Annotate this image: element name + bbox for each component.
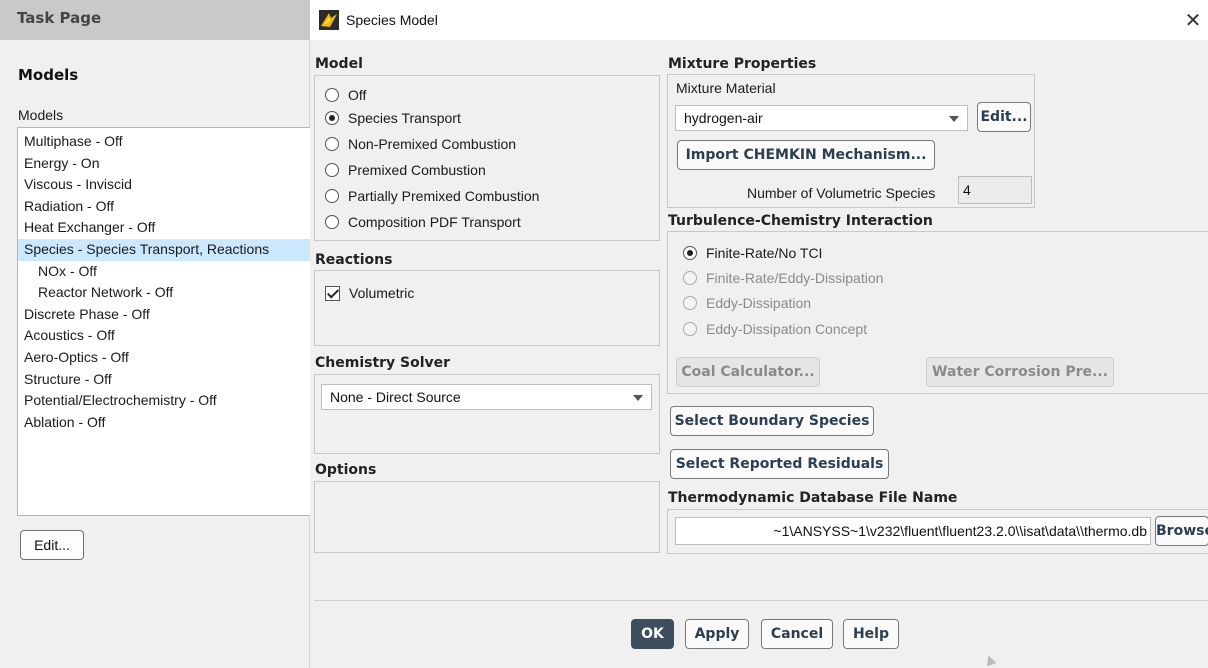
chemistry-solver-group: None - Direct Source bbox=[314, 374, 660, 454]
browse-button[interactable]: Browse... bbox=[1155, 516, 1208, 546]
apply-button[interactable]: Apply bbox=[685, 619, 749, 649]
model-list-item[interactable]: Potential/Electrochemistry - Off bbox=[18, 390, 310, 412]
chevron-down-icon bbox=[949, 116, 959, 122]
thermo-db-group: ~1\ANSYSS~1\v232\fluent\fluent23.2.0\\is… bbox=[667, 509, 1208, 554]
tci-radio-finite-rate-no-tci[interactable]: Finite-Rate/No TCI bbox=[683, 242, 822, 264]
mixture-properties-group: Mixture Material hydrogen-air Edit... Im… bbox=[667, 74, 1035, 208]
thermo-db-title: Thermodynamic Database File Name bbox=[668, 490, 958, 506]
reactions-section-title: Reactions bbox=[315, 252, 393, 268]
radio-button[interactable] bbox=[683, 322, 697, 336]
model-radio-species-transport[interactable]: Species Transport bbox=[325, 107, 461, 129]
coal-calculator-button[interactable]: Coal Calculator... bbox=[676, 357, 820, 387]
select-boundary-species-button[interactable]: Select Boundary Species bbox=[670, 406, 874, 436]
model-option-label: Partially Premixed Combustion bbox=[348, 188, 540, 204]
dialog-titlebar[interactable]: Species Model ✕ bbox=[310, 0, 1208, 40]
model-list-item[interactable]: Multiphase - Off bbox=[18, 131, 310, 153]
radio-button[interactable] bbox=[683, 271, 697, 285]
model-radio-non-premixed[interactable]: Non-Premixed Combustion bbox=[325, 133, 516, 155]
model-list-item[interactable]: Viscous - Inviscid bbox=[18, 174, 310, 196]
volumetric-checkbox[interactable] bbox=[325, 285, 340, 301]
radio-button[interactable] bbox=[325, 111, 339, 125]
tci-option-label: Eddy-Dissipation bbox=[706, 295, 812, 311]
tci-option-label: Eddy-Dissipation Concept bbox=[706, 321, 868, 337]
footer-separator bbox=[314, 600, 1208, 601]
models-edit-button[interactable]: Edit... bbox=[20, 530, 84, 560]
num-species-label: Number of Volumetric Species bbox=[747, 185, 936, 201]
model-radio-composition-pdf[interactable]: Composition PDF Transport bbox=[325, 211, 521, 233]
model-option-label: Premixed Combustion bbox=[348, 162, 486, 178]
model-radio-partially-premixed[interactable]: Partially Premixed Combustion bbox=[325, 185, 539, 207]
chevron-down-icon bbox=[633, 395, 643, 401]
thermo-db-path-field[interactable]: ~1\ANSYSS~1\v232\fluent\fluent23.2.0\\is… bbox=[675, 517, 1151, 545]
mixture-edit-button[interactable]: Edit... bbox=[977, 102, 1031, 132]
help-button[interactable]: Help bbox=[843, 619, 899, 649]
task-page-heading: Models bbox=[18, 66, 79, 84]
model-list-item[interactable]: Structure - Off bbox=[18, 369, 310, 391]
task-page-header: Task Page bbox=[0, 0, 310, 40]
tci-section-title: Turbulence-Chemistry Interaction bbox=[668, 213, 933, 229]
radio-button[interactable] bbox=[325, 189, 339, 203]
model-option-label: Non-Premixed Combustion bbox=[348, 136, 517, 152]
radio-button[interactable] bbox=[683, 246, 697, 260]
reactions-group: Volumetric bbox=[314, 270, 660, 346]
radio-button[interactable] bbox=[325, 88, 339, 102]
thermo-db-path-value: ~1\ANSYSS~1\v232\fluent\fluent23.2.0\\is… bbox=[773, 523, 1147, 539]
volumetric-label: Volumetric bbox=[349, 285, 415, 301]
model-list-item[interactable]: Species - Species Transport, Reactions bbox=[18, 238, 310, 261]
cancel-button[interactable]: Cancel bbox=[761, 619, 833, 649]
radio-button[interactable] bbox=[325, 163, 339, 177]
dialog-title: Species Model bbox=[346, 12, 438, 28]
close-icon[interactable]: ✕ bbox=[1178, 8, 1208, 34]
models-list-label: Models bbox=[18, 107, 64, 123]
chemistry-solver-value: None - Direct Source bbox=[330, 389, 461, 405]
mixture-material-dropdown[interactable]: hydrogen-air bbox=[675, 105, 968, 131]
radio-button[interactable] bbox=[325, 137, 339, 151]
import-chemkin-button[interactable]: Import CHEMKIN Mechanism... bbox=[677, 140, 935, 170]
tci-radio-eddy-dissipation-concept[interactable]: Eddy-Dissipation Concept bbox=[683, 318, 867, 340]
species-model-dialog: Species Model ✕ Model Off Species Transp… bbox=[310, 0, 1208, 668]
tci-radio-finite-rate-eddy-dissipation[interactable]: Finite-Rate/Eddy-Dissipation bbox=[683, 267, 883, 289]
chemistry-solver-dropdown[interactable]: None - Direct Source bbox=[321, 384, 652, 410]
options-section-title: Options bbox=[315, 462, 377, 478]
model-list-item[interactable]: Heat Exchanger - Off bbox=[18, 217, 310, 239]
model-list-item[interactable]: Energy - On bbox=[18, 153, 310, 175]
select-reported-residuals-button[interactable]: Select Reported Residuals bbox=[670, 449, 889, 479]
model-list-item[interactable]: Ablation - Off bbox=[18, 412, 310, 434]
task-page-panel: Task Page Models Models Multiphase - Off… bbox=[0, 0, 310, 668]
mixture-properties-title: Mixture Properties bbox=[668, 56, 817, 72]
fluent-app-icon bbox=[319, 10, 339, 30]
ok-button[interactable]: OK bbox=[631, 619, 674, 649]
model-option-label: Off bbox=[348, 87, 367, 103]
radio-button[interactable] bbox=[683, 296, 697, 310]
model-list-item[interactable]: Aero-Optics - Off bbox=[18, 347, 310, 369]
model-list-item[interactable]: NOx - Off bbox=[18, 261, 310, 283]
chemistry-solver-title: Chemistry Solver bbox=[315, 355, 451, 371]
mixture-material-value: hydrogen-air bbox=[684, 110, 763, 126]
model-list-item[interactable]: Acoustics - Off bbox=[18, 325, 310, 347]
model-list-item[interactable]: Radiation - Off bbox=[18, 196, 310, 218]
num-species-field: 4 bbox=[958, 176, 1032, 204]
tci-option-label: Finite-Rate/No TCI bbox=[706, 245, 823, 261]
model-option-label: Composition PDF Transport bbox=[348, 214, 521, 230]
mixture-material-label: Mixture Material bbox=[676, 80, 776, 96]
model-group: Off Species Transport Non-Premixed Combu… bbox=[314, 75, 660, 241]
models-list[interactable]: Multiphase - Off Energy - On Viscous - Inv… bbox=[17, 127, 310, 516]
radio-button[interactable] bbox=[325, 215, 339, 229]
model-list-item[interactable]: Discrete Phase - Off bbox=[18, 304, 310, 326]
model-option-label: Species Transport bbox=[348, 110, 461, 126]
tci-group: Finite-Rate/No TCI Finite-Rate/Eddy-Diss… bbox=[667, 231, 1208, 394]
model-section-title: Model bbox=[315, 56, 363, 72]
model-radio-off[interactable]: Off bbox=[325, 84, 366, 106]
tci-option-label: Finite-Rate/Eddy-Dissipation bbox=[706, 270, 884, 286]
water-corrosion-button[interactable]: Water Corrosion Pre... bbox=[926, 357, 1114, 387]
options-group bbox=[314, 481, 660, 553]
volumetric-checkbox-row[interactable]: Volumetric bbox=[325, 282, 414, 304]
tci-radio-eddy-dissipation[interactable]: Eddy-Dissipation bbox=[683, 292, 811, 314]
model-radio-premixed[interactable]: Premixed Combustion bbox=[325, 159, 486, 181]
model-list-item[interactable]: Reactor Network - Off bbox=[18, 282, 310, 304]
